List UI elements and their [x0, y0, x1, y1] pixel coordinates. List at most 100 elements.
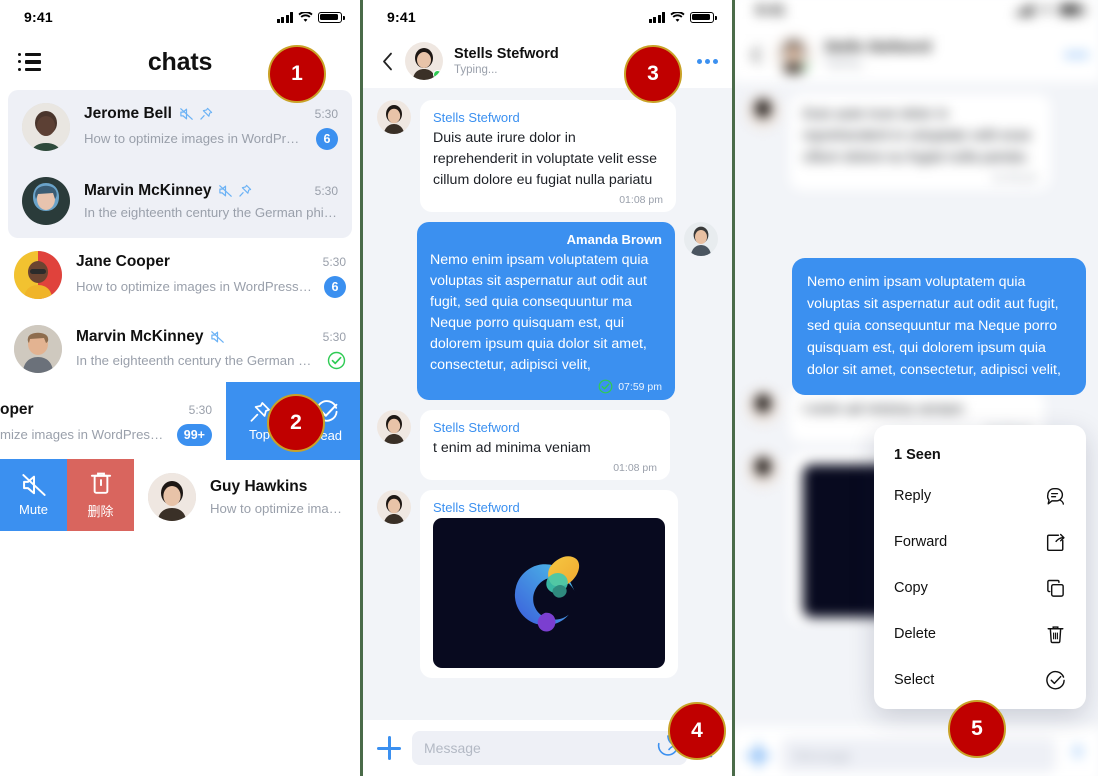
signal-icon: [648, 11, 665, 23]
delivered-check-icon: [598, 379, 613, 394]
list-item-right: 6: [306, 127, 338, 150]
list-item[interactable]: Jane Cooper 5:30 How to optimize images …: [0, 238, 360, 312]
avatar: [22, 103, 70, 151]
context-menu-item-copy[interactable]: Copy: [874, 565, 1086, 611]
panel-conversation: 9:41 Stells Stefword Typing... Stells St…: [363, 0, 732, 776]
avatar: [377, 490, 411, 524]
step-marker-4: 4: [668, 702, 726, 760]
swipe-action-label: Mute: [19, 502, 48, 517]
status-bar-mid: 9:41: [363, 0, 732, 34]
message-row: Stells Stefword t enim ad minima veniam …: [363, 410, 732, 480]
read-check-icon: [327, 351, 346, 370]
status-time: 9:41: [24, 9, 53, 25]
message-preview: How to optimize images in WordPress for.…: [84, 131, 306, 146]
unread-badge: 6: [316, 127, 338, 150]
signal-icon: [276, 11, 293, 23]
more-dots-icon[interactable]: [697, 58, 718, 64]
message-bubble[interactable]: Stells Stefword Duis aute irure dolor in…: [420, 100, 676, 212]
status-icons-row: [210, 330, 225, 344]
message-context-menu: 1 Seen Reply Forward Copy Delete Select: [874, 425, 1086, 709]
mute-bell-icon: [21, 474, 46, 496]
status-icons: [648, 11, 717, 23]
unread-badge: 99+: [176, 423, 212, 446]
swipe-action-delete[interactable]: 删除: [67, 459, 134, 531]
mute-icon: [219, 184, 233, 198]
list-item[interactable]: Marvin McKinney 5:30 In the eighteenth c…: [0, 312, 360, 386]
timestamp: 5:30: [314, 184, 338, 198]
list-item-content: Marvin McKinney 5:30 In the eighteenth c…: [76, 328, 346, 370]
avatar: [684, 222, 718, 256]
contact-name: Guy Hawkins: [210, 478, 308, 495]
context-menu-label: Delete: [894, 626, 936, 642]
list-item[interactable]: Marvin McKinney 5:30 In the eighteenth c…: [8, 164, 352, 238]
list-item-content: Jane Cooper 5:30 How to optimize images …: [76, 253, 346, 298]
battery-icon: [690, 11, 717, 23]
panel-divider: [360, 0, 363, 776]
swipe-action-mute[interactable]: Mute: [0, 459, 67, 531]
message-preview: mize images in WordPress...: [0, 427, 167, 442]
chat-group-selected: Jerome Bell 5:30 How to optimize images …: [8, 90, 352, 238]
context-menu-item-delete[interactable]: Delete: [874, 611, 1086, 657]
pin-icon: [239, 184, 252, 197]
chevron-left-icon[interactable]: [377, 51, 397, 71]
context-menu-item-reply[interactable]: Reply: [874, 473, 1086, 519]
message-bubble[interactable]: Amanda Brown Nemo enim ipsam voluptatem …: [417, 222, 675, 400]
message-bubble[interactable]: Stells Stefword t enim ad minima veniam …: [420, 410, 670, 480]
search-input-wrapper[interactable]: Message: [412, 731, 687, 765]
timestamp: 5:30: [188, 402, 212, 417]
unread-badge: 6: [324, 275, 346, 298]
context-menu-label: Select: [894, 672, 935, 688]
step-marker-3: 3: [624, 45, 682, 103]
panel-context-menu: 9:41 Stells Stefword Typing... Duis aute …: [735, 0, 1098, 776]
copy-icon: [1044, 577, 1066, 599]
message-sender: Stells Stefword: [433, 110, 520, 125]
message-footer: 01:08 pm: [433, 462, 657, 474]
plus-icon[interactable]: [377, 736, 401, 760]
message-bubble[interactable]: Stells Stefword: [420, 490, 678, 678]
timestamp: 5:30: [314, 106, 338, 121]
list-item-content: Jerome Bell 5:30 How to optimize images …: [84, 105, 338, 150]
context-menu-item-forward[interactable]: Forward: [874, 519, 1086, 565]
screenshot-stage: 9:41 chats Jerome Bell 5:30 How to optim…: [0, 0, 1098, 776]
status-time: 9:41: [387, 9, 416, 25]
avatar: [14, 325, 62, 373]
status-icons-row: [179, 107, 213, 121]
status-icons-row: [218, 184, 252, 198]
message-sender: Stells Stefword: [433, 420, 520, 435]
avatar[interactable]: [405, 42, 443, 80]
step-marker-2: 2: [267, 394, 325, 452]
contact-name: Marvin McKinney: [84, 182, 212, 199]
message-text: Duis aute irure dolor in reprehenderit i…: [433, 130, 657, 188]
forward-share-icon: [1044, 531, 1066, 553]
message-image[interactable]: [433, 518, 665, 668]
avatar: [148, 473, 196, 521]
trash-icon: [90, 472, 111, 494]
timestamp: 5:30: [322, 254, 346, 269]
message-preview: How to optimize images in WordPress for.…: [76, 279, 314, 294]
message-preview: In the eighteenth century the German phi…: [84, 205, 338, 220]
list-item-right: 6: [314, 275, 346, 298]
message-text: Nemo enim ipsam voluptatem quia voluptas…: [430, 252, 649, 373]
context-menu-label: Forward: [894, 534, 948, 550]
battery-icon: [318, 11, 345, 23]
message-text: t enim ad minima veniam: [433, 440, 591, 456]
context-menu-label: Copy: [894, 580, 928, 596]
online-status-dot: [433, 70, 442, 79]
timestamp: 5:30: [322, 330, 346, 344]
list-item-right: 99+: [167, 423, 212, 446]
highlighted-message-bubble[interactable]: Nemo enim ipsam voluptatem quia voluptas…: [792, 258, 1086, 395]
context-menu-item-select[interactable]: Select: [874, 657, 1086, 703]
seen-count-label: 1 Seen: [894, 447, 941, 463]
message-sender: Amanda Brown: [566, 232, 662, 247]
panel-chat-list: 9:41 chats Jerome Bell 5:30 How to optim…: [0, 0, 360, 776]
pin-icon: [200, 107, 213, 120]
status-bar-left: 9:41: [0, 0, 360, 34]
avatar: [377, 100, 411, 134]
list-bullets-icon[interactable]: [18, 53, 42, 71]
contact-name: Jane Cooper: [76, 252, 170, 270]
wifi-icon: [298, 11, 313, 23]
typing-status: Typing...: [454, 64, 498, 76]
contact-name: oper: [0, 400, 34, 418]
swipe-action-label: 删除: [87, 503, 114, 519]
mute-icon: [179, 107, 193, 120]
